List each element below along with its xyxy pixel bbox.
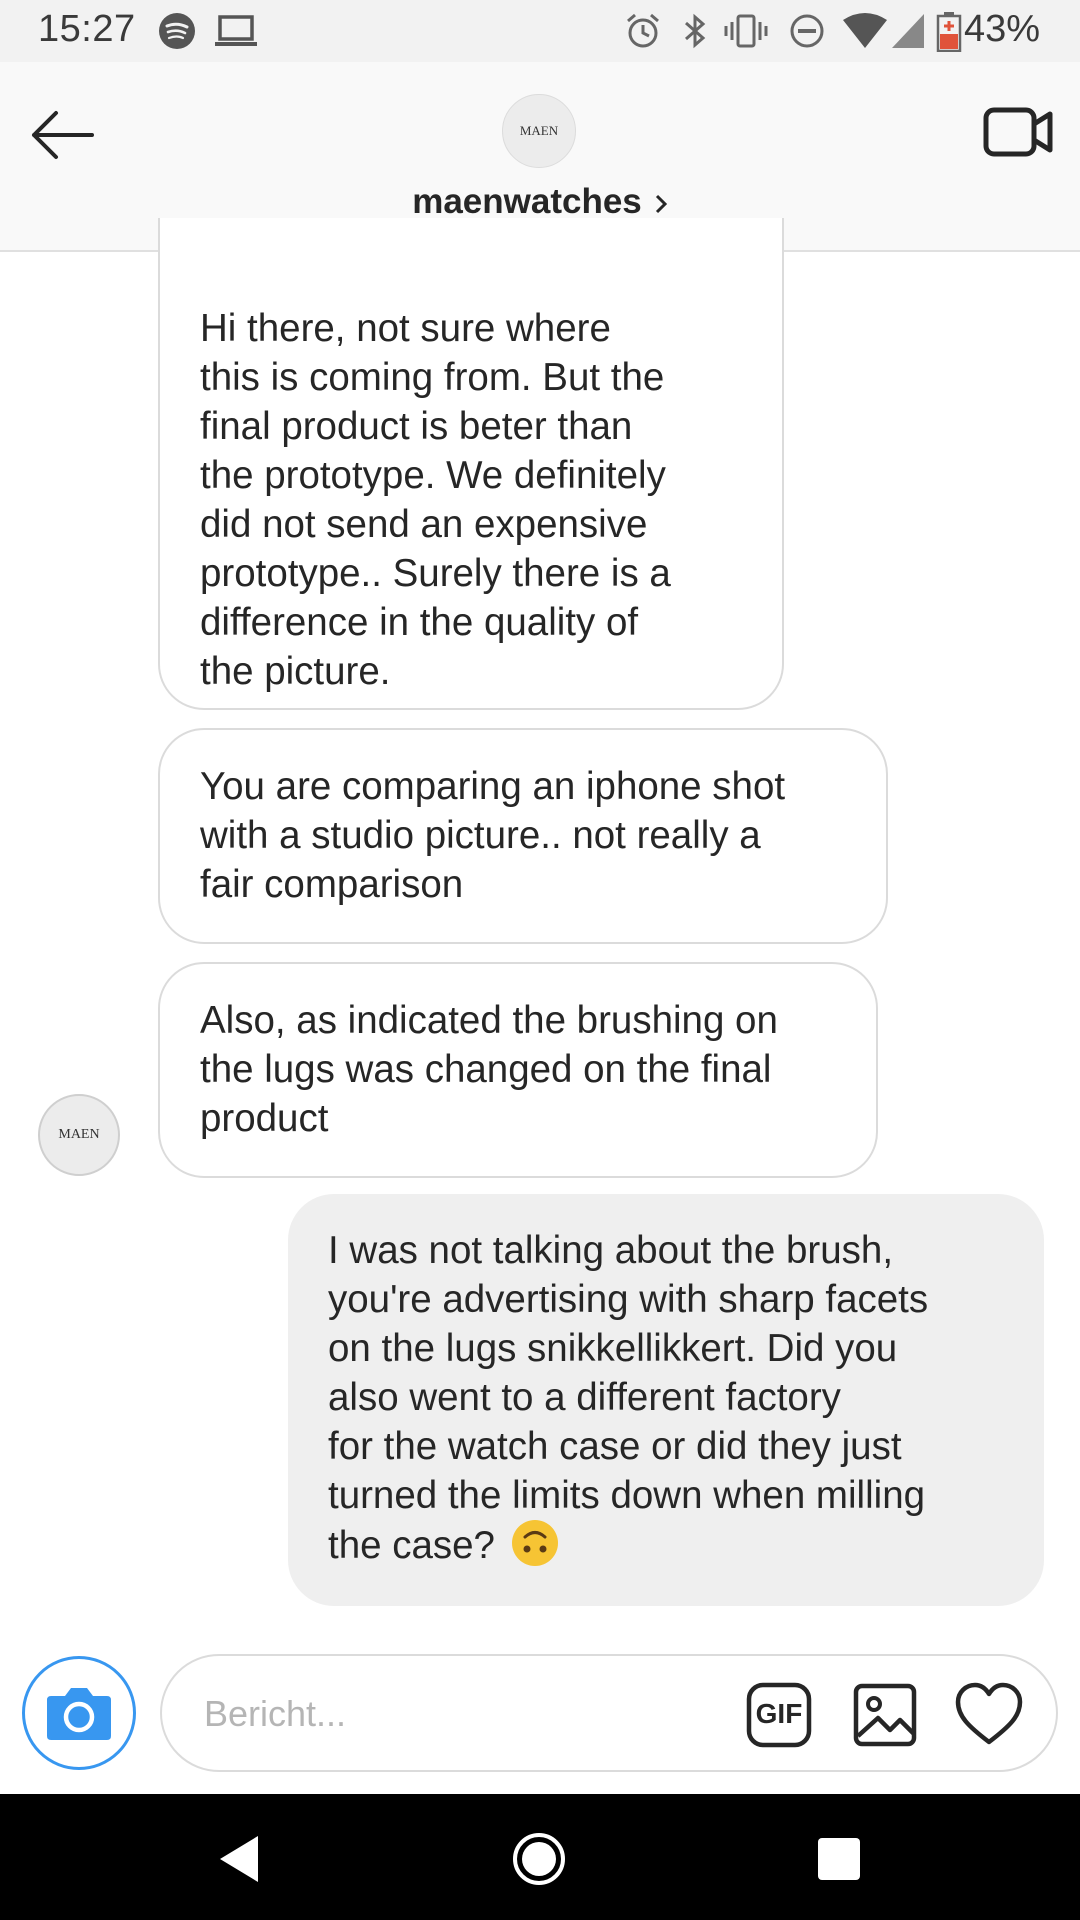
- message-bubble-outgoing[interactable]: I was not talking about the brush, you'r…: [288, 1194, 1044, 1606]
- camera-icon: [47, 1688, 111, 1740]
- message-text: Hi there, not sure where this is coming …: [200, 307, 671, 693]
- back-button[interactable]: [28, 100, 98, 170]
- upside-down-face-emoji: [511, 1520, 558, 1566]
- dnd-icon: [790, 14, 824, 48]
- image-icon[interactable]: [850, 1680, 920, 1750]
- spotify-icon: [159, 13, 195, 49]
- battery-percent: 43%: [963, 8, 1040, 50]
- camera-button[interactable]: [22, 1656, 136, 1770]
- sender-avatar-text: MAEN: [58, 1127, 100, 1142]
- recents-square-icon[interactable]: [804, 1824, 874, 1894]
- gif-button[interactable]: GIF: [744, 1680, 814, 1750]
- message-input[interactable]: [202, 1684, 722, 1744]
- message-bubble-incoming[interactable]: Hi there, not sure where this is coming …: [158, 218, 784, 710]
- chevron-right-icon: [655, 194, 667, 214]
- message-composer: GIF: [160, 1654, 1058, 1772]
- heart-icon[interactable]: [954, 1680, 1024, 1750]
- signal-icon: [892, 14, 924, 48]
- header-username[interactable]: maenwatches: [412, 182, 642, 222]
- message-bubble-incoming[interactable]: You are comparing an iphone shot with a …: [158, 728, 888, 944]
- header-title[interactable]: maenwatches: [0, 182, 1080, 222]
- message-text: I was not talking about the brush, you'r…: [328, 1229, 929, 1567]
- header-avatar[interactable]: MAEN: [502, 94, 576, 168]
- message-text: Also, as indicated the brushing on the l…: [200, 999, 778, 1140]
- alarm-icon: [627, 13, 659, 48]
- home-circle-icon[interactable]: [504, 1824, 574, 1894]
- vibrate-icon: [724, 14, 768, 48]
- bluetooth-icon: [685, 13, 706, 49]
- sender-avatar[interactable]: MAEN: [38, 1094, 120, 1176]
- system-nav-bar: [0, 1794, 1080, 1920]
- video-call-button[interactable]: [982, 96, 1054, 166]
- gif-label: GIF: [755, 1698, 803, 1729]
- laptop-icon: [215, 15, 257, 46]
- message-text: You are comparing an iphone shot with a …: [200, 765, 786, 906]
- header-avatar-text: MAEN: [519, 123, 559, 138]
- wifi-icon: [843, 13, 887, 48]
- status-time: 15:27: [38, 8, 136, 50]
- message-bubble-incoming[interactable]: Also, as indicated the brushing on the l…: [158, 962, 878, 1178]
- status-bar: 15:27 43%: [0, 0, 1080, 62]
- battery-icon: [936, 12, 962, 52]
- back-triangle-icon[interactable]: [206, 1824, 276, 1894]
